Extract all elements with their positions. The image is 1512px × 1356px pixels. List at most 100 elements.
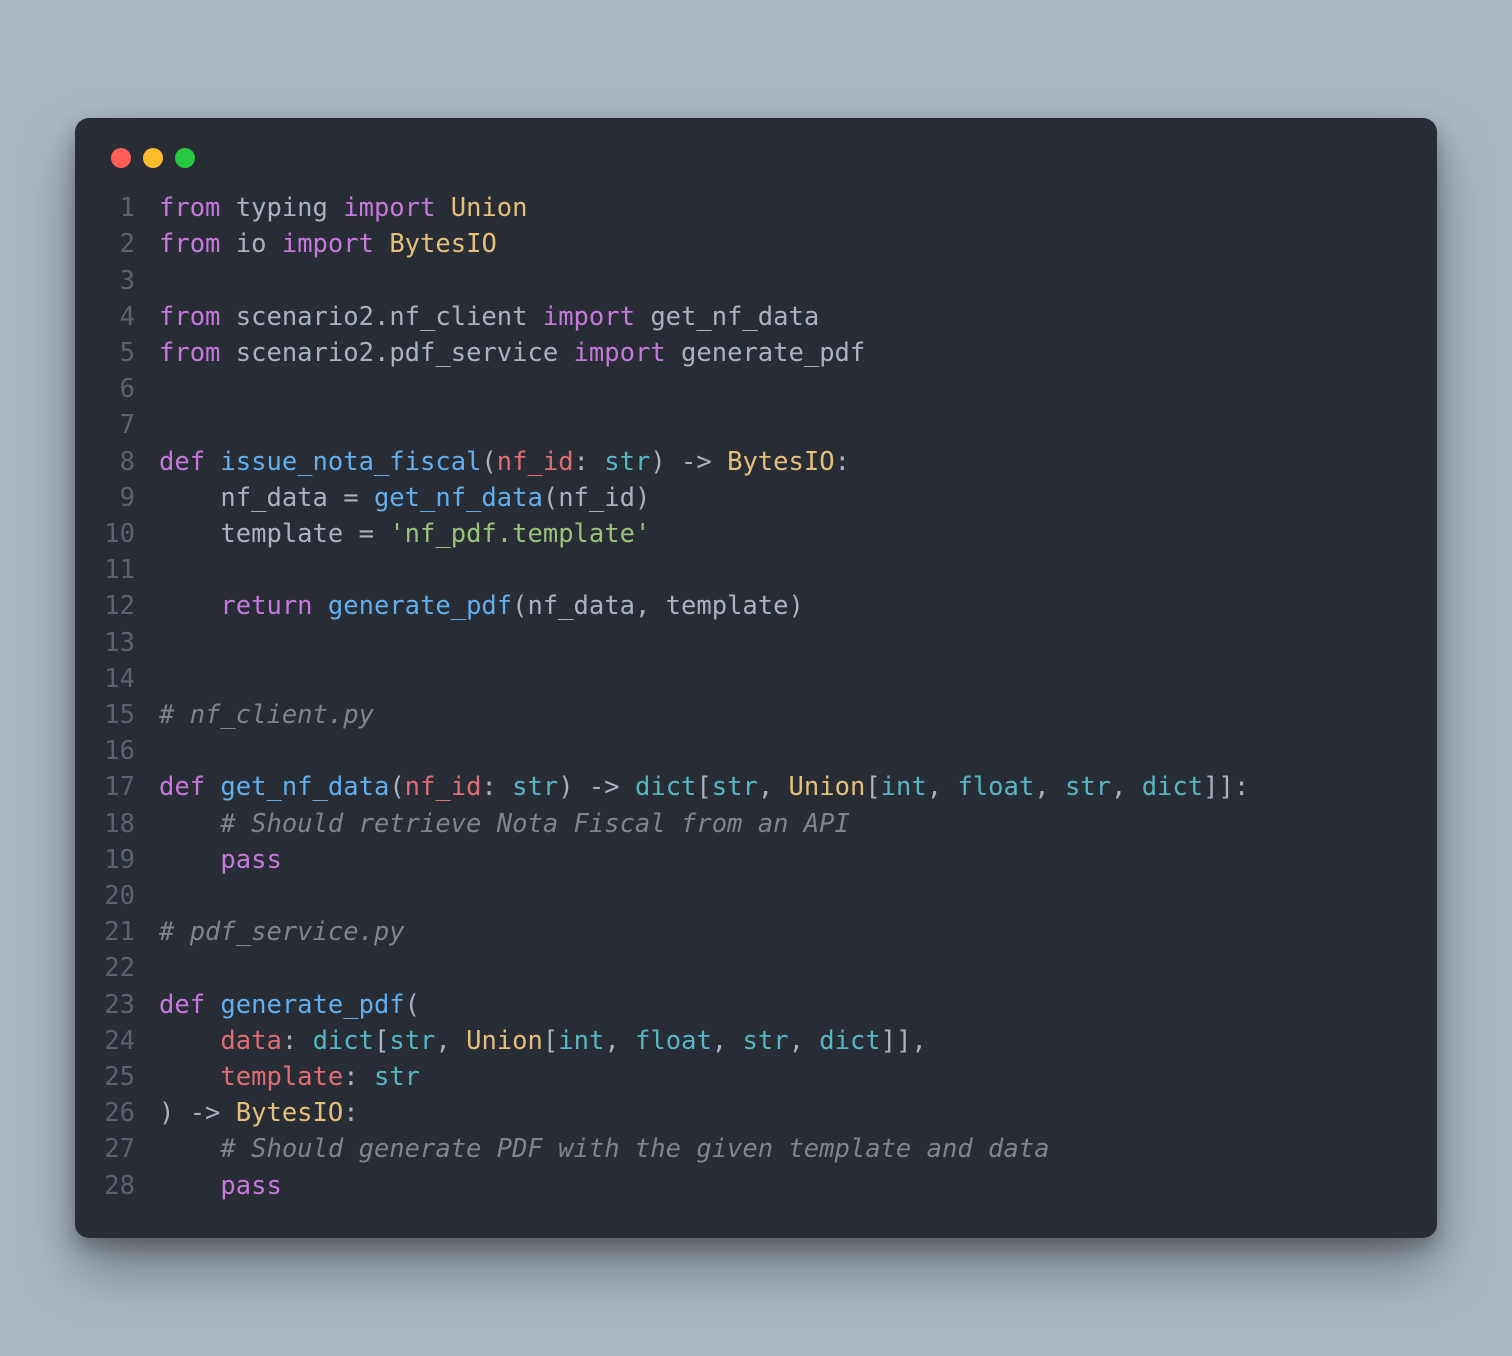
- token-pln: [159, 809, 220, 839]
- code-line[interactable]: 13: [103, 625, 1409, 661]
- line-source: from scenario2.pdf_service import genera…: [159, 335, 1409, 371]
- code-line[interactable]: 11: [103, 552, 1409, 588]
- code-line[interactable]: 27 # Should generate PDF with the given …: [103, 1131, 1409, 1167]
- window-zoom-button[interactable]: [175, 148, 195, 168]
- line-number: 26: [103, 1095, 159, 1131]
- code-line[interactable]: 12 return generate_pdf(nf_data, template…: [103, 588, 1409, 624]
- line-source: ) -> BytesIO:: [159, 1095, 1409, 1131]
- token-cls: BytesIO: [389, 229, 496, 259]
- line-number: 20: [103, 878, 159, 914]
- code-line[interactable]: 14: [103, 661, 1409, 697]
- line-source: [159, 407, 1409, 443]
- token-pln: (: [405, 990, 420, 1020]
- line-source: [159, 950, 1409, 986]
- token-pln: [: [543, 1026, 558, 1056]
- token-pln: ,: [927, 772, 958, 802]
- code-line[interactable]: 28 pass: [103, 1168, 1409, 1204]
- token-ty: str: [1065, 772, 1111, 802]
- token-pln: ,: [1111, 772, 1142, 802]
- line-number: 25: [103, 1059, 159, 1095]
- code-line[interactable]: 23def generate_pdf(: [103, 987, 1409, 1023]
- line-number: 21: [103, 914, 159, 950]
- token-pln: :: [282, 1026, 313, 1056]
- token-cls: Union: [451, 193, 528, 223]
- line-source: # Should retrieve Nota Fiscal from an AP…: [159, 806, 1409, 842]
- line-source: template: str: [159, 1059, 1409, 1095]
- token-ty: str: [743, 1026, 789, 1056]
- code-line[interactable]: 9 nf_data = get_nf_data(nf_id): [103, 480, 1409, 516]
- code-line[interactable]: 25 template: str: [103, 1059, 1409, 1095]
- line-source: # nf_client.py: [159, 697, 1409, 733]
- line-number: 28: [103, 1168, 159, 1204]
- code-line[interactable]: 5from scenario2.pdf_service import gener…: [103, 335, 1409, 371]
- token-fn: get_nf_data: [374, 483, 543, 513]
- line-number: 8: [103, 444, 159, 480]
- token-cls: BytesIO: [236, 1098, 343, 1128]
- token-pln: ,: [758, 772, 789, 802]
- token-pln: [159, 1026, 220, 1056]
- line-source: [159, 733, 1409, 769]
- token-cmt: # pdf_service.py: [159, 917, 405, 947]
- token-pln: scenario2: [220, 302, 374, 332]
- code-line[interactable]: 17def get_nf_data(nf_id: str) -> dict[st…: [103, 769, 1409, 805]
- code-line[interactable]: 8def issue_nota_fiscal(nf_id: str) -> By…: [103, 444, 1409, 480]
- code-line[interactable]: 22: [103, 950, 1409, 986]
- token-kw: from: [159, 193, 220, 223]
- token-pln: [159, 845, 220, 875]
- code-line[interactable]: 3: [103, 263, 1409, 299]
- token-pln: ) ->: [558, 772, 635, 802]
- token-ty: str: [389, 1026, 435, 1056]
- token-pln: template: [159, 519, 359, 549]
- code-line[interactable]: 4from scenario2.nf_client import get_nf_…: [103, 299, 1409, 335]
- line-number: 16: [103, 733, 159, 769]
- token-pln: [: [374, 1026, 389, 1056]
- token-pln: io: [220, 229, 281, 259]
- token-cls: Union: [466, 1026, 543, 1056]
- window-minimize-button[interactable]: [143, 148, 163, 168]
- code-line[interactable]: 19 pass: [103, 842, 1409, 878]
- line-source: # Should generate PDF with the given tem…: [159, 1131, 1409, 1167]
- line-number: 15: [103, 697, 159, 733]
- code-line[interactable]: 6: [103, 371, 1409, 407]
- code-line[interactable]: 7: [103, 407, 1409, 443]
- token-pln: (: [389, 772, 404, 802]
- line-source: def get_nf_data(nf_id: str) -> dict[str,…: [159, 769, 1409, 805]
- line-source: def issue_nota_fiscal(nf_id: str) -> Byt…: [159, 444, 1409, 480]
- code-line[interactable]: 1from typing import Union: [103, 190, 1409, 226]
- token-pln: ,: [789, 1026, 820, 1056]
- code-line[interactable]: 2from io import BytesIO: [103, 226, 1409, 262]
- line-number: 7: [103, 407, 159, 443]
- line-source: [159, 263, 1409, 299]
- code-line[interactable]: 20: [103, 878, 1409, 914]
- token-kw: import: [574, 338, 666, 368]
- line-source: [159, 878, 1409, 914]
- line-number: 2: [103, 226, 159, 262]
- token-pln: :: [574, 447, 605, 477]
- window-close-button[interactable]: [111, 148, 131, 168]
- token-cls: BytesIO: [727, 447, 834, 477]
- token-pln: :: [343, 1062, 374, 1092]
- token-var: nf_id: [405, 772, 482, 802]
- token-kw: from: [159, 302, 220, 332]
- code-line[interactable]: 21# pdf_service.py: [103, 914, 1409, 950]
- line-number: 23: [103, 987, 159, 1023]
- code-line[interactable]: 16: [103, 733, 1409, 769]
- line-source: [159, 661, 1409, 697]
- line-source: return generate_pdf(nf_data, template): [159, 588, 1409, 624]
- code-line[interactable]: 18 # Should retrieve Nota Fiscal from an…: [103, 806, 1409, 842]
- line-number: 4: [103, 299, 159, 335]
- code-line[interactable]: 10 template = 'nf_pdf.template': [103, 516, 1409, 552]
- token-pln: [359, 483, 374, 513]
- token-pln: .: [374, 302, 389, 332]
- token-fn: generate_pdf: [328, 591, 512, 621]
- token-kw: import: [282, 229, 374, 259]
- code-line[interactable]: 24 data: dict[str, Union[int, float, str…: [103, 1023, 1409, 1059]
- line-source: [159, 371, 1409, 407]
- code-line[interactable]: 26) -> BytesIO:: [103, 1095, 1409, 1131]
- line-number: 11: [103, 552, 159, 588]
- token-pln: [374, 229, 389, 259]
- token-pln: [: [865, 772, 880, 802]
- code-line[interactable]: 15# nf_client.py: [103, 697, 1409, 733]
- code-editor[interactable]: 1from typing import Union2from io import…: [103, 190, 1409, 1204]
- token-pln: (nf_id): [543, 483, 650, 513]
